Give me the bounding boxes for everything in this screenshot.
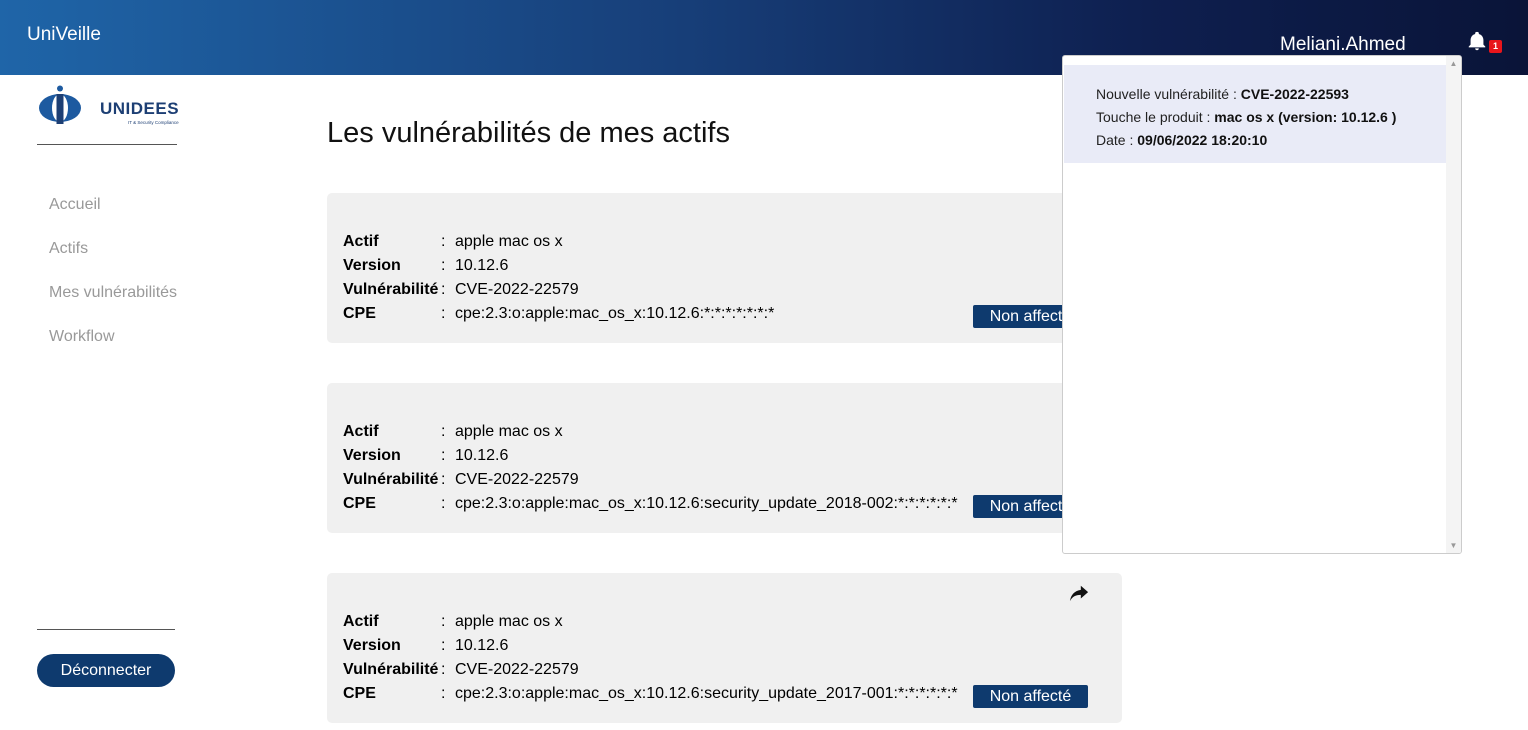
notification-product-label: Touche le produit : (1096, 109, 1215, 125)
username-label[interactable]: Meliani.Ahmed (1280, 34, 1406, 56)
separator: : (441, 257, 446, 274)
app-brand[interactable]: UniVeille (27, 24, 101, 46)
logo-subtitle: IT & Security Compliance (128, 120, 179, 125)
version-value: 10.12.6 (455, 637, 509, 654)
page-title: Les vulnérabilités de mes actifs (327, 117, 730, 149)
version-label: Version (343, 637, 401, 654)
sidebar-divider-bottom (37, 629, 175, 630)
actif-value: apple mac os x (455, 233, 563, 250)
notification-product-line: Touche le produit : mac os x (version: 1… (1096, 106, 1447, 129)
notification-cve: CVE-2022-22593 (1240, 86, 1349, 102)
sidebar: UNIDEES IT & Security Compliance Accueil… (0, 75, 215, 730)
version-value: 10.12.6 (455, 257, 509, 274)
sidebar-nav: Accueil Actifs Mes vulnérabilités Workfl… (49, 196, 177, 372)
vulnerability-card: Actif : apple mac os x Version : 10.12.6… (327, 573, 1122, 723)
scroll-up-icon[interactable]: ▲ (1449, 59, 1458, 68)
scroll-down-icon[interactable]: ▼ (1449, 541, 1458, 550)
notification-date-line: Date : 09/06/2022 18:20:10 (1096, 129, 1447, 152)
cpe-label: CPE (343, 495, 376, 512)
logo-mark-icon (39, 85, 81, 124)
actif-label: Actif (343, 613, 379, 630)
separator: : (441, 423, 446, 440)
actif-value: apple mac os x (455, 613, 563, 630)
separator: : (441, 661, 446, 678)
vulnerabilite-value: CVE-2022-22579 (455, 661, 579, 678)
separator: : (441, 471, 446, 488)
cpe-value: cpe:2.3:o:apple:mac_os_x:10.12.6:*:*:*:*… (455, 305, 775, 322)
sidebar-item-accueil[interactable]: Accueil (49, 196, 177, 240)
vulnerability-card: Actif : apple mac os x Version : 10.12.6… (327, 383, 1122, 533)
share-arrow-icon[interactable] (1068, 583, 1090, 603)
vulnerabilite-label: Vulnérabilité (343, 661, 439, 678)
notification-vuln-line: Nouvelle vulnérabilité : CVE-2022-22593 (1096, 83, 1447, 106)
notification-date: 09/06/2022 18:20:10 (1137, 132, 1268, 148)
vulnerabilite-value: CVE-2022-22579 (455, 471, 579, 488)
vulnerabilite-label: Vulnérabilité (343, 471, 439, 488)
separator: : (441, 685, 446, 702)
status-button[interactable]: Non affecté (973, 685, 1088, 708)
separator: : (441, 613, 446, 630)
separator: : (441, 637, 446, 654)
separator: : (441, 305, 446, 322)
version-label: Version (343, 257, 401, 274)
logout-button[interactable]: Déconnecter (37, 654, 175, 687)
logo-text: UNIDEES (100, 99, 180, 118)
sidebar-item-workflow[interactable]: Workflow (49, 328, 177, 372)
version-label: Version (343, 447, 401, 464)
separator: : (441, 281, 446, 298)
unidees-logo: UNIDEES IT & Security Compliance (38, 85, 180, 130)
separator: : (441, 495, 446, 512)
notifications-scrollbar[interactable]: ▲ ▼ (1446, 56, 1461, 553)
notifications-dropdown: Nouvelle vulnérabilité : CVE-2022-22593 … (1062, 55, 1462, 554)
vulnerabilite-label: Vulnérabilité (343, 281, 439, 298)
vulnerability-card: Actif : apple mac os x Version : 10.12.6… (327, 193, 1122, 343)
cpe-label: CPE (343, 685, 376, 702)
notification-date-label: Date : (1096, 132, 1138, 148)
cpe-value: cpe:2.3:o:apple:mac_os_x:10.12.6:securit… (455, 495, 958, 512)
notification-item[interactable]: Nouvelle vulnérabilité : CVE-2022-22593 … (1064, 65, 1447, 163)
actif-label: Actif (343, 233, 379, 250)
sidebar-divider-top (37, 144, 177, 145)
bell-icon[interactable] (1466, 30, 1488, 52)
notification-product: mac os x (version: 10.12.6 ) (1214, 109, 1397, 125)
actif-value: apple mac os x (455, 423, 563, 440)
notification-vuln-label: Nouvelle vulnérabilité : (1096, 86, 1241, 102)
sidebar-item-actifs[interactable]: Actifs (49, 240, 177, 284)
actif-label: Actif (343, 423, 379, 440)
vulnerabilite-value: CVE-2022-22579 (455, 281, 579, 298)
cpe-value: cpe:2.3:o:apple:mac_os_x:10.12.6:securit… (455, 685, 958, 702)
separator: : (441, 233, 446, 250)
separator: : (441, 447, 446, 464)
version-value: 10.12.6 (455, 447, 509, 464)
notification-count-badge: 1 (1489, 40, 1502, 53)
cpe-label: CPE (343, 305, 376, 322)
sidebar-item-mes-vulnerabilites[interactable]: Mes vulnérabilités (49, 284, 177, 328)
